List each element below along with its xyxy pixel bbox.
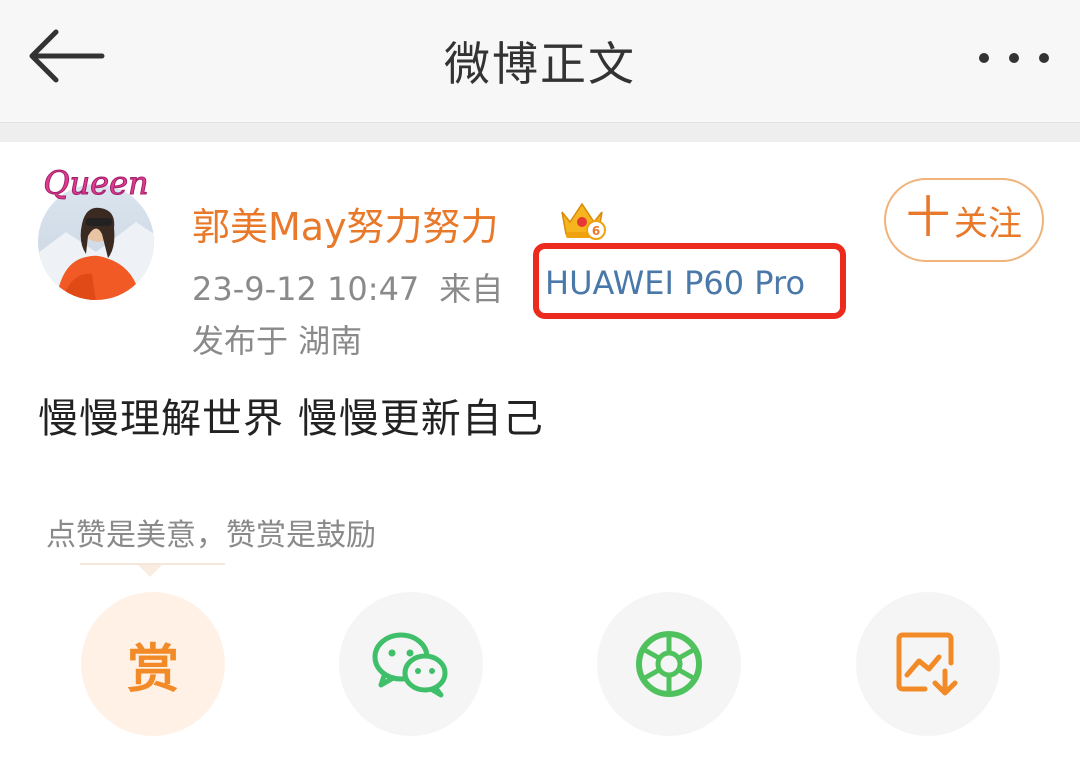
vip-level: 6: [592, 224, 600, 238]
tip-arrow: [138, 565, 162, 577]
post-location: 发布于 湖南: [192, 322, 363, 360]
more-button[interactable]: [972, 38, 1056, 78]
share-wechat-button[interactable]: [339, 592, 483, 736]
reward-tip: 点赞是美意，赞赏是鼓励: [46, 518, 376, 553]
nav-bar: 微博正文: [0, 0, 1080, 122]
plus-icon: 十: [906, 192, 950, 243]
more-dots-icon: [979, 53, 1049, 63]
avatar[interactable]: Queen: [26, 162, 166, 302]
avatar-badge-text: Queen: [43, 164, 148, 202]
post-timestamp: 23-9-12 10:47: [192, 270, 420, 308]
post-text: 慢慢理解世界 慢慢更新自己: [38, 396, 544, 442]
share-moments-button[interactable]: [597, 592, 741, 736]
reward-button[interactable]: 赏: [81, 592, 225, 736]
crown-icon: 6: [561, 202, 606, 240]
page-title: 微博正文: [444, 37, 636, 91]
device-source-link[interactable]: HUAWEI P60 Pro: [545, 264, 805, 302]
username[interactable]: 郭美May努力努力: [192, 196, 499, 251]
from-label: 来自: [439, 270, 504, 308]
moments-icon: [636, 631, 702, 697]
section-divider: [0, 122, 1080, 142]
follow-label: 关注: [954, 203, 1022, 244]
follow-button[interactable]: 十 关注: [884, 178, 1044, 262]
wechat-icon: [372, 632, 448, 698]
save-image-icon: [896, 632, 958, 696]
save-image-button[interactable]: [856, 592, 1000, 736]
post-meta: 23-9-12 10:47 来自: [192, 264, 503, 310]
reward-icon: 赏: [126, 639, 179, 700]
